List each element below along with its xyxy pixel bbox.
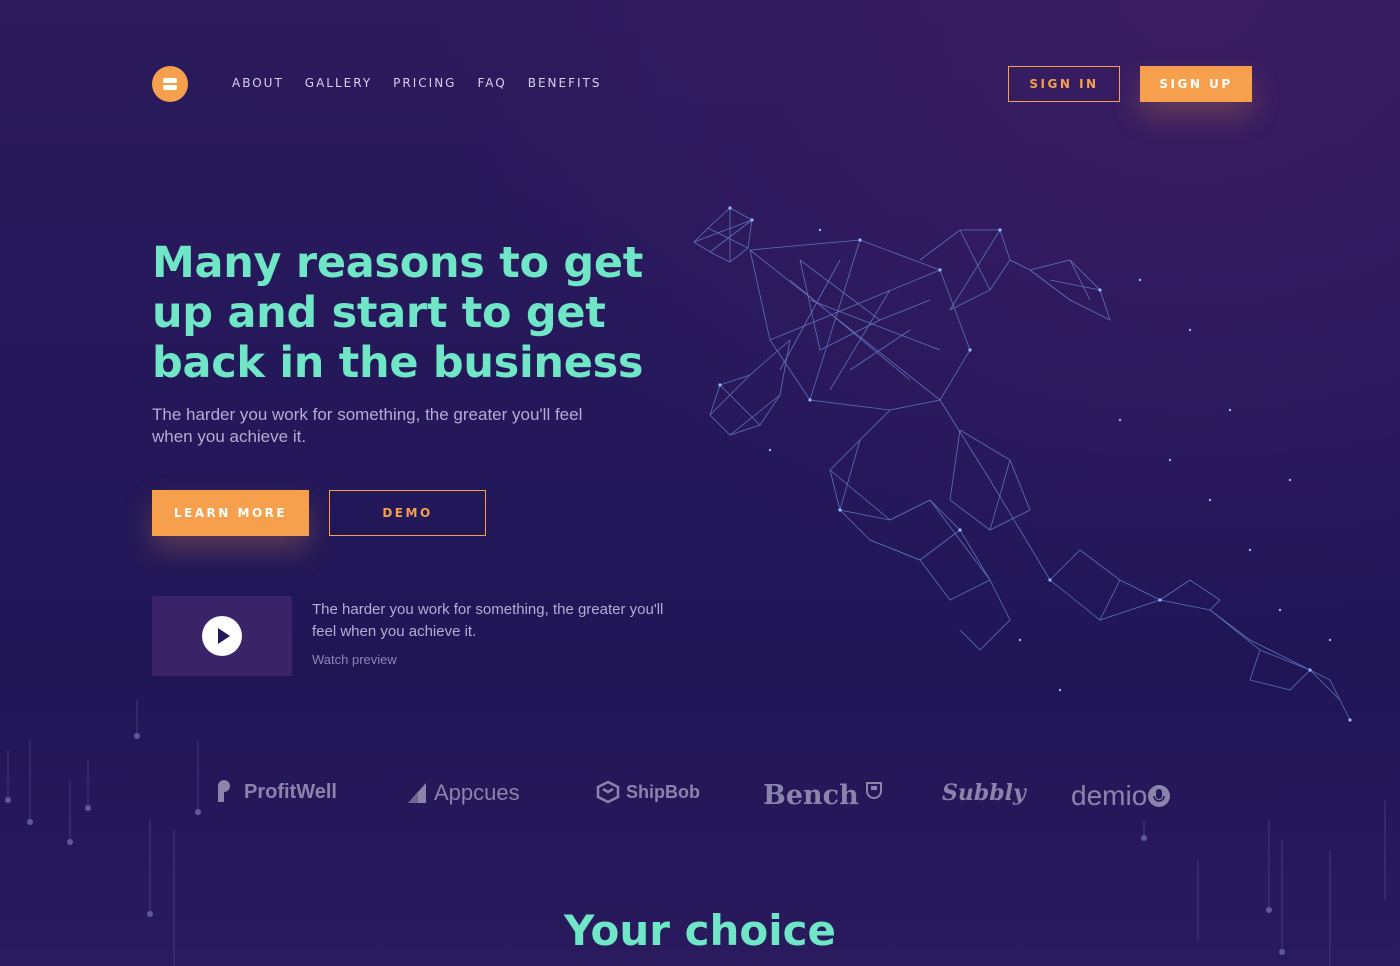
logo-icon[interactable] (152, 66, 188, 102)
main-nav: ABOUT GALLERY PRICING FAQ BENEFITS (232, 76, 602, 90)
partner-shipbob: ShipBob (596, 780, 700, 804)
nav-about[interactable]: ABOUT (232, 76, 284, 90)
nav-faq[interactable]: FAQ (477, 76, 506, 90)
video-description: The harder you work for something, the g… (312, 601, 664, 640)
partner-name: demio (1071, 780, 1148, 811)
nav-gallery[interactable]: GALLERY (305, 76, 372, 90)
nav-benefits[interactable]: BENEFITS (528, 76, 602, 90)
sign-in-button[interactable]: SIGN IN (1008, 66, 1120, 102)
hero-title: Many reasons to get up and start to get … (152, 238, 644, 388)
demio-logo-icon (1148, 785, 1171, 807)
partner-name: ProfitWell (244, 780, 337, 803)
nav-pricing[interactable]: PRICING (393, 76, 456, 90)
partner-subbly: Subbly (942, 780, 1026, 806)
partner-logos: ProfitWell Appcues ShipBob Bench Subbly … (0, 774, 1400, 818)
partner-appcues: Appcues (406, 780, 520, 806)
partner-name: Appcues (434, 780, 520, 805)
partner-name: Subbly (942, 780, 1026, 806)
play-icon[interactable] (202, 616, 242, 656)
learn-more-button[interactable]: LEARN MORE (152, 490, 309, 536)
hero-subtitle: The harder you work for something, the g… (152, 405, 583, 446)
section-title: Your choice (563, 906, 837, 955)
watch-preview-link[interactable]: Watch preview (312, 652, 397, 667)
profitwell-logo-icon (218, 780, 230, 802)
shipbob-logo-icon (596, 780, 620, 804)
partner-profitwell: ProfitWell (214, 780, 337, 804)
play-triangle (218, 628, 230, 644)
sign-up-button[interactable]: SIGN UP (1140, 66, 1252, 102)
logo-bar (163, 78, 177, 83)
partner-demio: demio (1071, 780, 1171, 812)
partner-name: Bench (763, 780, 859, 811)
partner-name: ShipBob (626, 781, 700, 802)
appcues-logo-icon (408, 783, 426, 803)
bench-logo-icon (865, 781, 882, 799)
logo-bar (163, 85, 177, 90)
video-thumbnail[interactable] (152, 596, 292, 676)
demo-button[interactable]: DEMO (329, 490, 486, 536)
network-runner-illustration (693, 206, 1352, 722)
partner-bench: Bench (763, 780, 883, 811)
